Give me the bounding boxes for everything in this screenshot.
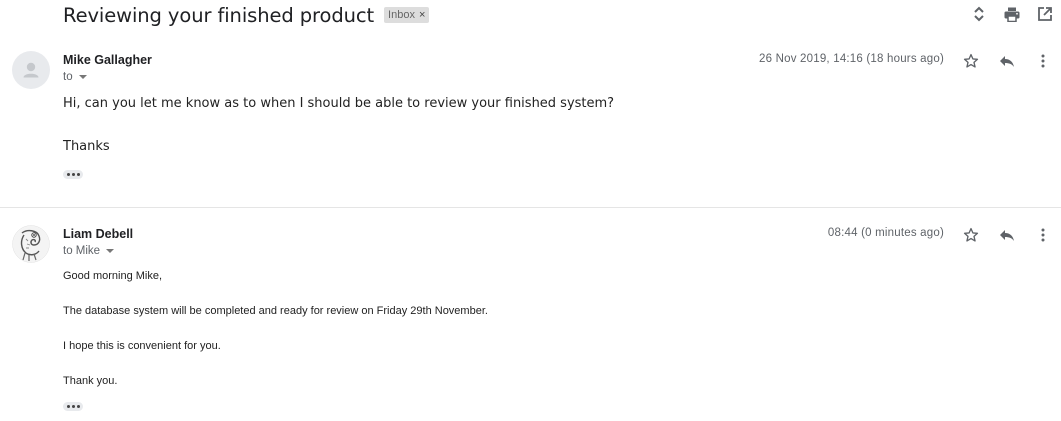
ellipsis-dot — [66, 405, 70, 408]
ellipsis-dot — [76, 405, 80, 408]
message-timestamp: 08:44 (0 minutes ago) — [827, 227, 944, 239]
show-trimmed-content-button[interactable] — [63, 402, 83, 411]
recipient-line[interactable]: to Mike — [63, 245, 115, 257]
star-icon — [963, 227, 979, 242]
star-button[interactable] — [953, 225, 989, 245]
message-2: Liam Debell to Mike 08:44 (0 minutes ago… — [0, 0, 1061, 421]
avatar — [12, 225, 50, 263]
ellipsis-dot — [71, 405, 75, 408]
recipient-text: to Mike — [63, 245, 101, 257]
reply-icon — [1000, 230, 1014, 241]
body-paragraph: Good morning Mike, — [63, 270, 163, 282]
body-paragraph: Thank you. — [63, 375, 118, 387]
chameleon-avatar-icon — [12, 225, 50, 263]
body-paragraph: The database system will be completed an… — [63, 305, 488, 317]
reply-button[interactable] — [989, 225, 1025, 245]
show-details-icon[interactable] — [106, 249, 115, 253]
more-options-button[interactable] — [1025, 225, 1061, 245]
body-paragraph: I hope this is convenient for you. — [63, 340, 221, 352]
more-vert-icon — [1041, 228, 1045, 242]
sender-name[interactable]: Liam Debell — [63, 227, 133, 241]
message-actions — [953, 225, 1061, 245]
